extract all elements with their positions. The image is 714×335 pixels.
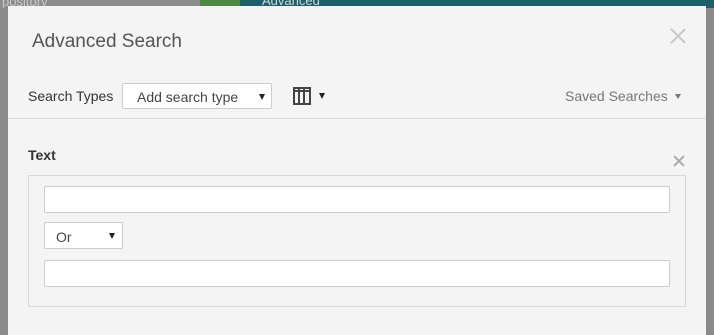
search-type-select[interactable]: Add search type [122, 83, 272, 109]
remove-section-icon[interactable] [673, 155, 685, 167]
saved-searches-caret-icon[interactable] [675, 94, 681, 99]
toolbar-divider [8, 118, 706, 119]
text-search-input-1[interactable] [44, 186, 670, 213]
columns-dropdown-caret-icon[interactable] [319, 93, 325, 99]
saved-searches-button[interactable]: Saved Searches [565, 88, 668, 104]
search-types-label: Search Types [28, 88, 114, 104]
boolean-operator-select[interactable]: Or [44, 222, 123, 249]
chevron-down-icon [109, 233, 115, 239]
overlay-right [706, 8, 714, 335]
columns-icon[interactable] [293, 87, 311, 105]
chevron-down-icon [259, 94, 265, 100]
search-type-select-value: Add search type [137, 89, 239, 105]
boolean-operator-value: Or [56, 229, 72, 245]
close-modal-icon[interactable] [668, 26, 688, 46]
text-section-title: Text [28, 147, 56, 163]
advanced-search-modal: Advanced Search Search Types Add search … [8, 6, 706, 335]
text-criteria-panel: Or [28, 175, 686, 307]
overlay-left [0, 8, 8, 335]
text-search-input-2[interactable] [44, 260, 670, 287]
columns-icon-divider [303, 89, 305, 103]
modal-title: Advanced Search [32, 31, 182, 52]
columns-icon-divider [298, 89, 300, 103]
